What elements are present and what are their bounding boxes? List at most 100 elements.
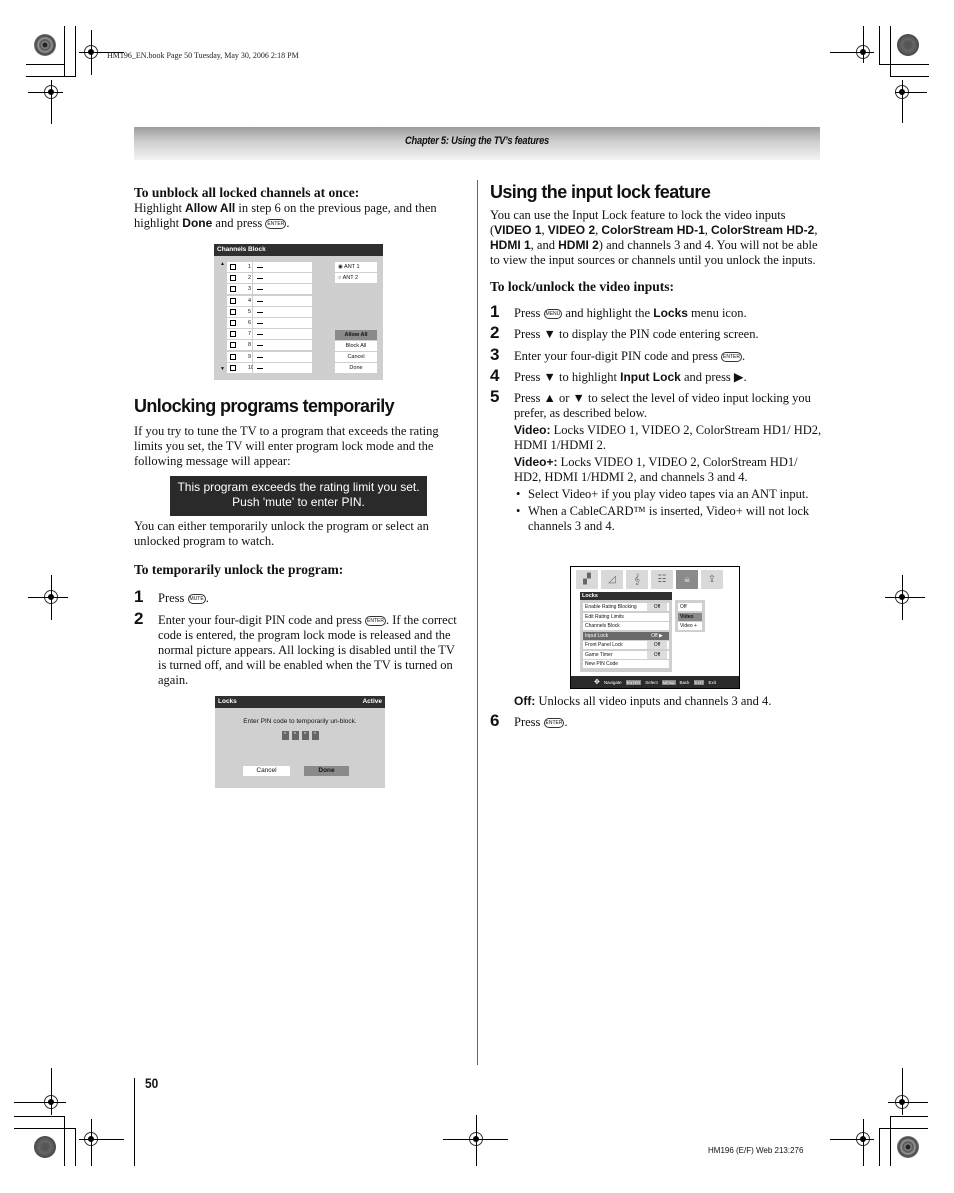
channel-name <box>253 351 312 362</box>
section-title-unlocking: Unlocking programs temporarily <box>134 396 395 416</box>
step-1: 1 Press MUTE. <box>134 587 209 606</box>
lock-unlock-heading: To lock/unlock the video inputs: <box>490 279 675 294</box>
audio-icon[interactable]: ◿ <box>601 570 623 589</box>
channel-checkbox[interactable]: 10 <box>227 362 254 373</box>
channel-name <box>253 362 312 373</box>
channel-checkbox[interactable]: 3 <box>227 284 252 295</box>
antenna-option[interactable]: ○ ANT 2 <box>335 273 377 283</box>
channel-name <box>253 273 312 284</box>
videoplus-option-label: Video+: <box>514 455 558 469</box>
unblock-text: Highlight Allow All in step 6 on the pre… <box>134 201 437 230</box>
step-2: 2 Enter your four-digit PIN code and pre… <box>134 609 457 687</box>
locks-menu-item[interactable]: New PIN Code <box>583 660 669 668</box>
pin-digit[interactable]: * <box>311 731 319 740</box>
cancel-button[interactable]: Cancel <box>335 352 377 362</box>
channel-number: 4 <box>248 297 252 304</box>
navigate-icon: ✥ <box>594 679 600 686</box>
channel-row[interactable]: 3 <box>227 284 327 295</box>
channel-row[interactable]: 8 <box>227 340 327 351</box>
music-note-icon[interactable]: 𝄞 <box>626 570 648 589</box>
channel-checkbox[interactable]: 8 <box>227 340 252 351</box>
locks-menu-item[interactable]: Enable Rating Blocking Off <box>583 603 669 611</box>
input-lock-option[interactable]: Video + <box>678 622 702 630</box>
input-lock-option[interactable]: Video <box>678 612 702 621</box>
menu-footer: ✥ Navigate ENTER Select MENU Back EXIT E… <box>571 676 739 688</box>
pin-message: Enter PIN code to temporarily un-block. <box>243 718 357 725</box>
antenna-option[interactable]: ◉ ANT 1 <box>335 262 377 272</box>
bullet-item: When a CableCARD™ is inserted, Video+ wi… <box>514 504 822 534</box>
checkbox-icon <box>230 275 236 282</box>
pin-digit[interactable]: * <box>301 731 309 740</box>
channel-checkbox[interactable]: 5 <box>227 306 252 317</box>
channel-name <box>253 318 312 328</box>
chapter-title: Chapter 5: Using the TV’s features <box>405 135 549 147</box>
input-lock-option[interactable]: Off <box>678 603 702 611</box>
channel-row[interactable]: 6 <box>227 318 327 328</box>
channel-row[interactable]: 5 <box>227 306 327 317</box>
program-lock-message: This program exceeds the rating limit yo… <box>170 476 427 516</box>
step-6: 6 Press ENTER. <box>490 711 568 730</box>
picture-icon[interactable]: ▞ <box>576 570 598 589</box>
block-all-button[interactable]: Block All <box>335 341 377 351</box>
step-1: 1 Press MENU and highlight the Locks men… <box>490 302 747 321</box>
pin-entry-screen: Locks Active Enter PIN code to temporari… <box>215 696 385 788</box>
right-column: Using the input lock feature You can use… <box>490 183 822 534</box>
channel-row[interactable]: 9 <box>227 351 327 362</box>
pin-digit[interactable]: * <box>291 731 299 740</box>
channel-checkbox[interactable]: 1 <box>227 262 252 272</box>
checkbox-icon <box>230 353 236 360</box>
allow-all-button[interactable]: Allow All <box>335 330 377 340</box>
channel-row[interactable]: 10 <box>227 362 327 373</box>
enter-button-icon: ENTER <box>543 718 565 729</box>
channel-row[interactable]: 1 <box>227 262 327 272</box>
channel-row[interactable]: 4 <box>227 295 327 306</box>
channel-checkbox[interactable]: 4 <box>227 295 252 306</box>
unblock-heading: To unblock all locked channels at once: <box>134 185 360 200</box>
unlocking-intro: If you try to tune the TV to a program t… <box>134 424 439 468</box>
pin-screen-titlebar: Locks Active <box>215 696 385 708</box>
checkbox-icon <box>230 297 236 304</box>
setup-icon[interactable]: ☷ <box>651 570 673 589</box>
footer-code: HM196 (E/F) Web 213:276 <box>708 1146 804 1155</box>
scroll-down-icon[interactable]: ▼ <box>220 366 225 372</box>
left-column: To unblock all locked channels at once: … <box>134 185 464 231</box>
pin-digit[interactable]: * <box>281 731 289 740</box>
menu-item-value: Off ▶ <box>651 632 663 639</box>
locks-menu-item[interactable]: Channels Block <box>583 622 669 630</box>
pin-screen-title: Locks <box>218 698 237 705</box>
menu-item-label: Enable Rating Blocking <box>585 604 637 610</box>
channel-checkbox[interactable]: 9 <box>227 351 252 362</box>
menu-item-value: Off <box>647 650 667 659</box>
channel-name <box>253 329 312 340</box>
temp-unlock-heading: To temporarily unlock the program: <box>134 562 344 577</box>
pin-done-button[interactable]: Done <box>304 766 349 776</box>
applications-icon[interactable]: ⇪ <box>701 570 723 589</box>
locks-menu-item[interactable]: Input Lock Off ▶ <box>583 631 669 640</box>
locks-menu-item[interactable]: Front Panel Lock Off <box>583 641 669 649</box>
channel-row[interactable]: 2 <box>227 273 327 284</box>
menu-item-label: Input Lock <box>585 632 609 639</box>
channel-row[interactable]: 7 <box>227 329 327 340</box>
step-2: 2 Press ▼ to display the PIN code enteri… <box>490 323 759 342</box>
pin-cancel-button[interactable]: Cancel <box>243 766 290 776</box>
enter-button-icon: ENTER <box>365 616 386 627</box>
channel-checkbox[interactable]: 6 <box>227 318 252 328</box>
channel-checkbox[interactable]: 7 <box>227 329 252 340</box>
done-button[interactable]: Done <box>335 363 377 373</box>
scroll-up-icon[interactable]: ▲ <box>220 261 225 267</box>
channel-checkbox[interactable]: 2 <box>227 273 252 284</box>
channel-number: 2 <box>248 275 252 282</box>
checkbox-icon <box>230 331 236 338</box>
channel-number: 6 <box>248 320 252 326</box>
step-3: 3 Enter your four-digit PIN code and pre… <box>490 345 746 364</box>
menu-item-label: Edit Rating Limits <box>585 613 624 620</box>
color-rosette-bottom-right <box>897 1136 919 1158</box>
lock-icon[interactable]: 🔒︎ <box>676 570 698 589</box>
bullet-item: Select Video+ if you play video tapes vi… <box>514 487 822 502</box>
pin-input[interactable]: * * * * <box>215 731 385 740</box>
channel-name <box>253 284 312 295</box>
radio-empty-icon: ○ <box>338 275 342 281</box>
locks-menu-item[interactable]: Edit Rating Limits <box>583 612 669 621</box>
locks-menu-item[interactable]: Game Timer Off <box>583 650 669 659</box>
color-rosette-top-left <box>34 34 56 56</box>
